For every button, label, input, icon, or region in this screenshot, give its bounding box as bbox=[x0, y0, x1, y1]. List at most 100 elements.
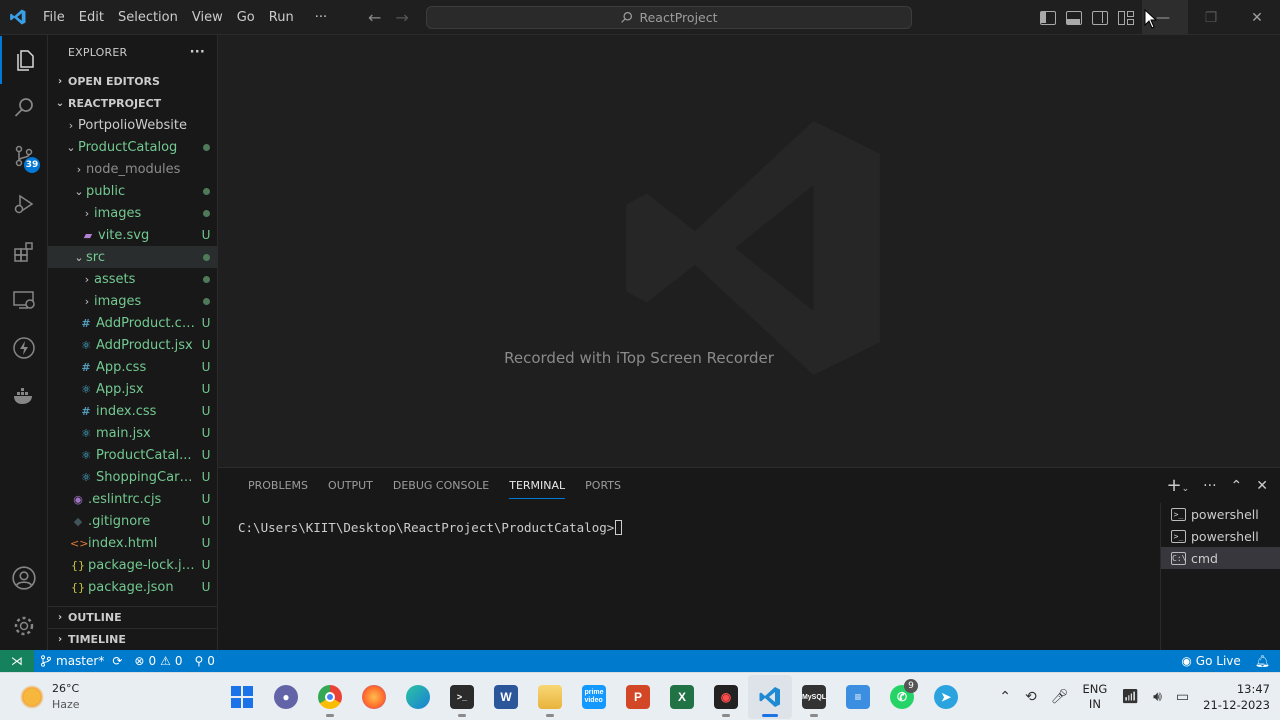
mysql-app[interactable]: MySQL bbox=[792, 675, 836, 719]
chevron-up-icon[interactable]: ⌃ bbox=[999, 689, 1011, 705]
edge-app[interactable] bbox=[396, 675, 440, 719]
tree-file[interactable]: ⚛ ProductCatal... U bbox=[48, 444, 217, 466]
sync-tray-icon[interactable]: ⟲ bbox=[1025, 689, 1037, 705]
go-live-button[interactable]: ◉ Go Live bbox=[1175, 654, 1246, 668]
vscode-app[interactable] bbox=[748, 675, 792, 719]
tab-ports[interactable]: PORTS bbox=[575, 468, 631, 503]
back-arrow-icon[interactable]: ← bbox=[368, 8, 381, 27]
tab-debug-console[interactable]: DEBUG CONSOLE bbox=[383, 468, 499, 503]
command-center-search[interactable]: ReactProject bbox=[426, 6, 912, 29]
battery-icon[interactable]: ▭ bbox=[1176, 689, 1189, 705]
tree-file[interactable]: ◆ .gitignore U bbox=[48, 510, 217, 532]
microphone-icon[interactable]: 🎤︎ bbox=[1051, 689, 1069, 705]
language-indicator[interactable]: ENG IN bbox=[1083, 682, 1108, 712]
weather-widget[interactable]: 26°C Haze bbox=[20, 681, 80, 713]
terminal-output[interactable]: C:\Users\KIIT\Desktop\ReactProject\Produ… bbox=[238, 520, 623, 535]
remote-indicator[interactable]: ⋊ bbox=[0, 650, 34, 672]
minimize-button[interactable]: — bbox=[1142, 0, 1188, 35]
menu-edit[interactable]: Edit bbox=[72, 0, 111, 35]
tree-file[interactable]: {} package.json U bbox=[48, 576, 217, 598]
tree-folder[interactable]: › images bbox=[48, 290, 217, 312]
tab-problems[interactable]: PROBLEMS bbox=[238, 468, 318, 503]
close-panel-button[interactable]: ✕ bbox=[1256, 478, 1268, 494]
tree-file[interactable]: ⚛ AddProduct.jsx U bbox=[48, 334, 217, 356]
teams-chat-app[interactable]: ● bbox=[264, 675, 308, 719]
toggle-panel-icon[interactable] bbox=[1066, 10, 1082, 25]
menu-selection[interactable]: Selection bbox=[111, 0, 185, 35]
timeline-section[interactable]: › TIMELINE bbox=[48, 628, 217, 650]
extensions-activity[interactable] bbox=[0, 228, 48, 276]
tree-file[interactable]: ⚛ App.jsx U bbox=[48, 378, 217, 400]
menu-view[interactable]: View bbox=[185, 0, 230, 35]
bell-icon[interactable]: 🔔︎ bbox=[1255, 654, 1270, 668]
forward-arrow-icon[interactable]: → bbox=[395, 8, 408, 27]
project-root-section[interactable]: ⌄ REACTPROJECT bbox=[48, 92, 217, 114]
notepad-app[interactable]: ≡ bbox=[836, 675, 880, 719]
accounts-activity[interactable] bbox=[0, 554, 48, 602]
clock[interactable]: 13:47 21-12-2023 bbox=[1203, 681, 1270, 713]
terminal-instance[interactable]: C:\ cmd bbox=[1161, 547, 1280, 569]
problems-indicator[interactable]: ⊗ 0 ⚠ 0 bbox=[128, 654, 188, 668]
sync-icon[interactable]: ⟳ bbox=[112, 654, 122, 668]
prime-video-app[interactable]: prime video bbox=[572, 675, 616, 719]
word-app[interactable]: W bbox=[484, 675, 528, 719]
powerpoint-app[interactable]: P bbox=[616, 675, 660, 719]
tree-folder[interactable]: › assets bbox=[48, 268, 217, 290]
excel-app[interactable]: X bbox=[660, 675, 704, 719]
git-branch[interactable]: master* ⟳ bbox=[34, 654, 128, 668]
tree-folder[interactable]: › PortpolioWebsite bbox=[48, 114, 217, 136]
docker-activity[interactable] bbox=[0, 372, 48, 420]
tree-folder[interactable]: › node_modules bbox=[48, 158, 217, 180]
tree-file[interactable]: <> index.html U bbox=[48, 532, 217, 554]
remote-explorer-activity[interactable] bbox=[0, 276, 48, 324]
tree-folder[interactable]: ⌄ src bbox=[48, 246, 217, 268]
wifi-icon[interactable]: 📶︎ bbox=[1121, 689, 1139, 705]
speaker-icon[interactable]: 🔊︎ bbox=[1153, 689, 1162, 705]
explorer-more-button[interactable]: ··· bbox=[190, 45, 205, 60]
tree-file[interactable]: # AddProduct.css U bbox=[48, 312, 217, 334]
open-editors-section[interactable]: › OPEN EDITORS bbox=[48, 70, 217, 92]
ports-indicator[interactable]: ⚲ 0 bbox=[189, 654, 221, 668]
tree-file[interactable]: # index.css U bbox=[48, 400, 217, 422]
tree-file[interactable]: # App.css U bbox=[48, 356, 217, 378]
terminal-instance[interactable]: >_ powershell bbox=[1161, 525, 1280, 547]
menu-file[interactable]: File bbox=[36, 0, 72, 35]
chrome-app[interactable] bbox=[308, 675, 352, 719]
terminal-instance[interactable]: >_ powershell bbox=[1161, 503, 1280, 525]
tab-terminal[interactable]: TERMINAL bbox=[499, 468, 575, 503]
run-debug-activity[interactable] bbox=[0, 180, 48, 228]
menu-more[interactable]: ··· bbox=[301, 0, 334, 35]
start-button[interactable] bbox=[220, 675, 264, 719]
toggle-secondary-sidebar-icon[interactable] bbox=[1092, 10, 1108, 25]
thunder-client-activity[interactable] bbox=[0, 324, 48, 372]
whatsapp-app[interactable]: ✆ 9 bbox=[880, 675, 924, 719]
terminal-app[interactable]: >_ bbox=[440, 675, 484, 719]
customize-layout-icon[interactable] bbox=[1118, 10, 1134, 25]
file-explorer-app[interactable] bbox=[528, 675, 572, 719]
restore-button[interactable]: ❐ bbox=[1188, 0, 1234, 35]
screen-recorder-app[interactable]: ◉ bbox=[704, 675, 748, 719]
new-terminal-button[interactable]: +⌄ bbox=[1167, 475, 1190, 496]
tree-file[interactable]: ▰ vite.svg U bbox=[48, 224, 217, 246]
maximize-panel-button[interactable]: ⌃ bbox=[1231, 478, 1243, 494]
firefox-app[interactable] bbox=[352, 675, 396, 719]
tree-file[interactable]: ⚛ main.jsx U bbox=[48, 422, 217, 444]
explorer-activity[interactable] bbox=[0, 36, 48, 84]
tree-file[interactable]: ◉ .eslintrc.cjs U bbox=[48, 488, 217, 510]
source-control-activity[interactable] bbox=[0, 132, 48, 180]
more-actions-button[interactable]: ··· bbox=[1203, 478, 1216, 494]
tree-folder[interactable]: › images bbox=[48, 202, 217, 224]
tree-folder[interactable]: ⌄ ProductCatalog bbox=[48, 136, 217, 158]
close-button[interactable]: ✕ bbox=[1234, 0, 1280, 35]
outline-section[interactable]: › OUTLINE bbox=[48, 606, 217, 628]
tree-folder[interactable]: ⌄ public bbox=[48, 180, 217, 202]
search-activity[interactable] bbox=[0, 84, 48, 132]
menu-go[interactable]: Go bbox=[230, 0, 262, 35]
telegram-app[interactable]: ➤ bbox=[924, 675, 968, 719]
tree-file[interactable]: ⚛ ShoppingCart... U bbox=[48, 466, 217, 488]
toggle-primary-sidebar-icon[interactable] bbox=[1040, 10, 1056, 25]
tree-file[interactable]: {} package-lock.js... U bbox=[48, 554, 217, 576]
tab-output[interactable]: OUTPUT bbox=[318, 468, 383, 503]
menu-run[interactable]: Run bbox=[262, 0, 301, 35]
manage-activity[interactable] bbox=[0, 602, 48, 650]
